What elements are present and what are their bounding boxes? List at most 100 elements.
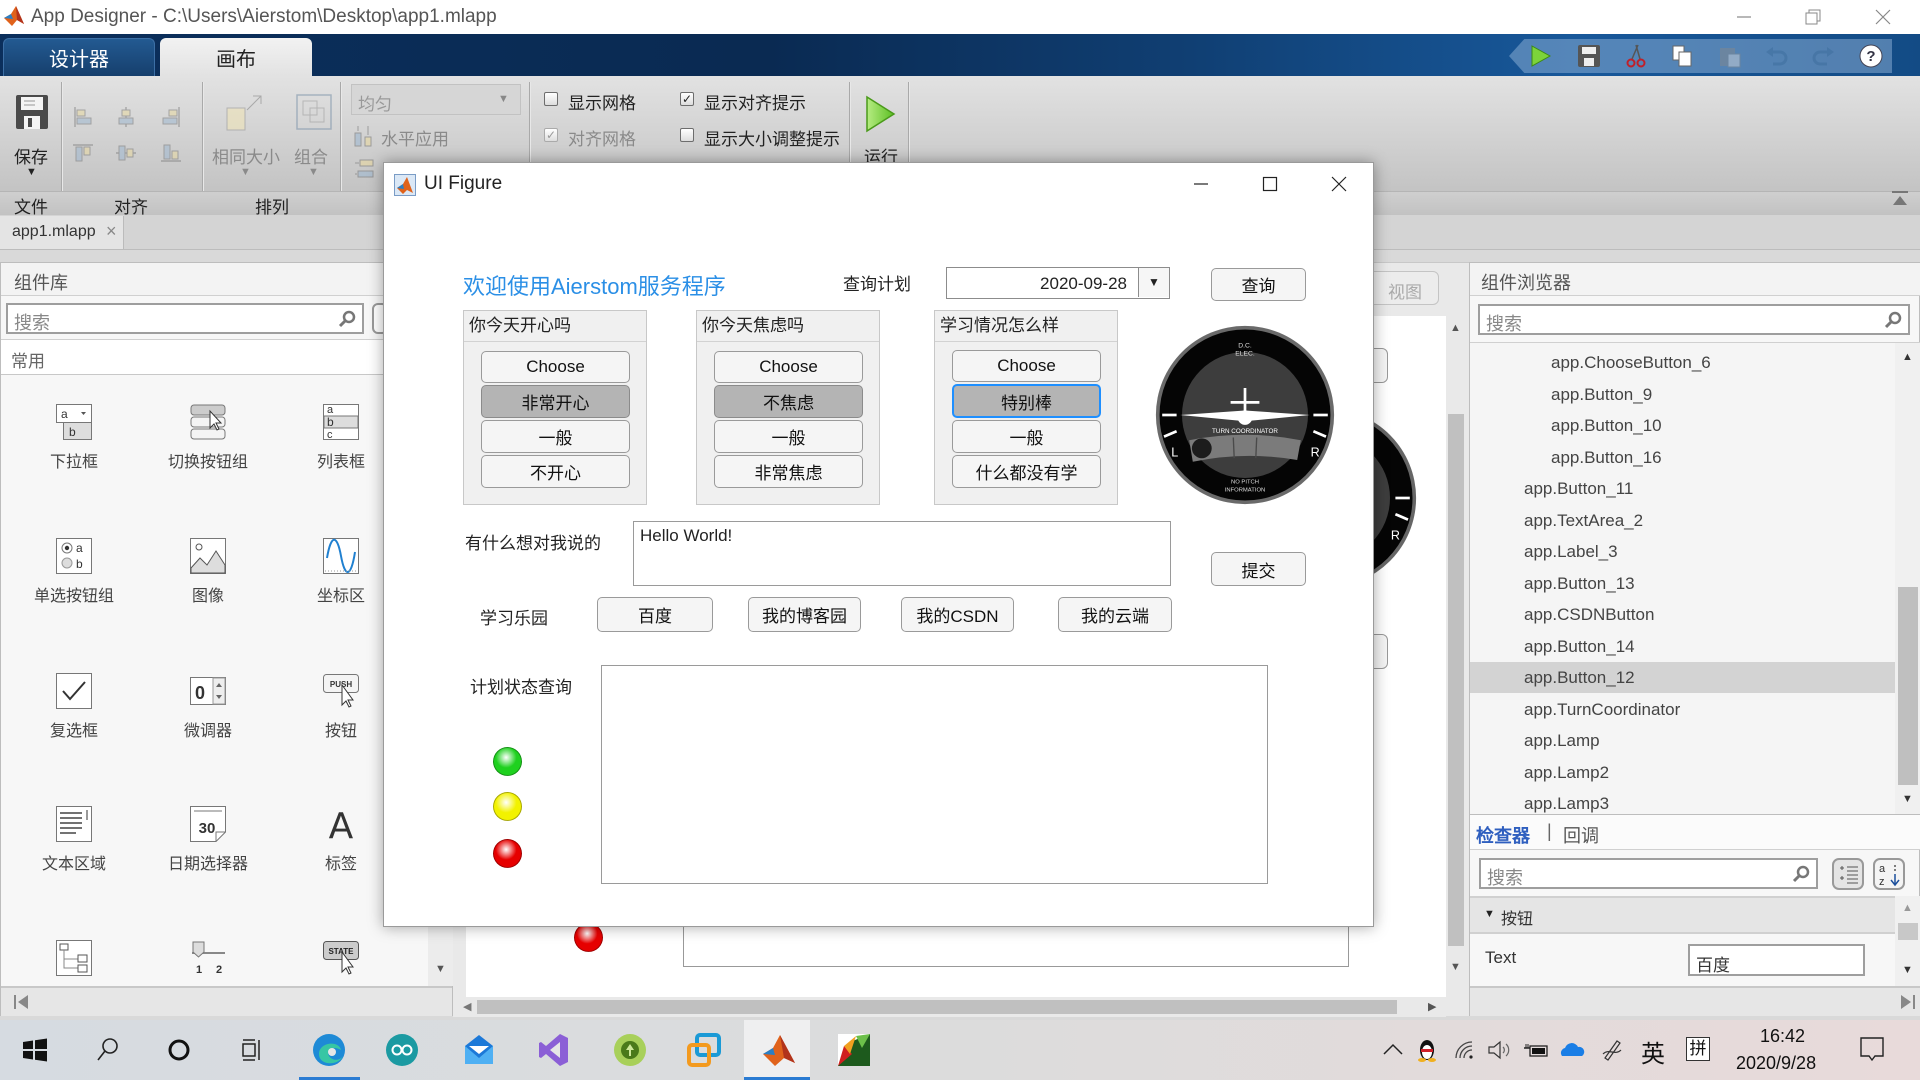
scrollbar-thumb[interactable] xyxy=(477,1000,1397,1014)
other-app-icon[interactable] xyxy=(836,1032,872,1068)
show-grid-checkbox[interactable]: ✓ 显示网格 xyxy=(543,88,673,113)
scroll-down-arrow-icon[interactable]: ▼ xyxy=(1902,964,1913,976)
windows-start-icon[interactable] xyxy=(17,1032,53,1068)
run-icon[interactable] xyxy=(1527,44,1553,68)
tree-scrollbar[interactable]: ▲ ▼ xyxy=(1895,343,1920,814)
show-hidden-icons-chevron-icon[interactable] xyxy=(1380,1038,1406,1062)
green-app-icon[interactable] xyxy=(612,1032,648,1068)
document-tab[interactable]: app1.mlapp × xyxy=(0,216,124,249)
figure-close-icon[interactable] xyxy=(1324,173,1354,195)
library-item-dropdown[interactable]: ab 下拉框 xyxy=(9,404,139,494)
library-item-spinner[interactable]: 0 微调器 xyxy=(143,673,273,763)
date-picker[interactable]: 2020-09-28 ▼ xyxy=(946,267,1170,299)
scroll-down-arrow-icon[interactable]: ▼ xyxy=(435,963,446,975)
browser-search-input[interactable]: 搜索 xyxy=(1478,304,1910,335)
inspector-scrollbar[interactable]: ▲ ▼ xyxy=(1895,896,1920,986)
collapse-panel-right-icon[interactable] xyxy=(1898,993,1916,1011)
align-middle-icon[interactable] xyxy=(115,142,137,164)
choose-button[interactable]: Choose xyxy=(714,351,863,383)
same-size-button[interactable]: 相同大小 ▼ xyxy=(210,90,280,190)
clock-time[interactable]: 16:42 xyxy=(1760,1026,1805,1047)
library-item-slider[interactable]: 12 xyxy=(143,940,273,1030)
vmware-icon[interactable] xyxy=(686,1032,722,1068)
scrollbar-thumb[interactable] xyxy=(1898,587,1918,785)
tree-item[interactable]: app.Label_3 xyxy=(1470,536,1895,567)
library-item-date-picker[interactable]: 30 日期选择器 xyxy=(143,806,273,896)
mail-icon[interactable] xyxy=(461,1032,497,1068)
scroll-up-arrow-icon[interactable]: ▲ xyxy=(1902,351,1913,363)
close-tab-icon[interactable]: × xyxy=(106,221,117,242)
snap-to-grid-checkbox[interactable]: ✓ 对齐网格 xyxy=(543,124,673,149)
redo-icon[interactable] xyxy=(1810,44,1836,68)
tree-item[interactable]: app.Lamp3 xyxy=(1470,788,1895,814)
library-item-state-button[interactable]: STATE xyxy=(276,940,406,1030)
option-button[interactable]: 不开心 xyxy=(481,455,630,488)
matlab-icon[interactable] xyxy=(761,1032,797,1068)
library-item-tree[interactable] xyxy=(9,940,139,1030)
option-button[interactable]: 一般 xyxy=(714,420,863,453)
save-icon[interactable] xyxy=(1576,44,1602,68)
notification-center-icon[interactable] xyxy=(1858,1034,1886,1064)
tree-item[interactable]: app.Button_14 xyxy=(1470,631,1895,662)
tree-item[interactable]: app.Button_13 xyxy=(1470,568,1895,599)
minimize-icon[interactable] xyxy=(1729,6,1759,28)
scroll-right-arrow-icon[interactable]: ▶ xyxy=(1428,1000,1436,1013)
align-right-icon[interactable] xyxy=(160,106,182,128)
tree-item[interactable]: app.TextArea_2 xyxy=(1470,505,1895,536)
align-top-icon[interactable] xyxy=(72,142,94,164)
choose-button[interactable]: Choose xyxy=(481,351,630,383)
tab-designer[interactable]: 设计器 xyxy=(3,38,155,76)
clock-date[interactable]: 2020/9/28 xyxy=(1736,1053,1816,1074)
ime-mode-indicator[interactable]: 拼 xyxy=(1686,1037,1710,1061)
option-button[interactable]: 不焦虑 xyxy=(714,385,863,418)
csdn-link-button[interactable]: 我的CSDN xyxy=(901,597,1014,632)
library-search-input[interactable]: 搜索 xyxy=(6,303,364,334)
view-button[interactable]: 视图 xyxy=(1365,271,1439,305)
sort-alphabetical-icon[interactable]: az xyxy=(1873,858,1905,890)
cloud-link-button[interactable]: 我的云端 xyxy=(1058,597,1172,632)
query-button[interactable]: 查询 xyxy=(1211,268,1306,301)
arduino-icon[interactable] xyxy=(384,1032,420,1068)
onedrive-icon[interactable] xyxy=(1559,1038,1585,1062)
choose-button[interactable]: Choose xyxy=(952,350,1101,382)
tab-inspector[interactable]: 检查器 xyxy=(1476,822,1530,848)
scroll-left-arrow-icon[interactable]: ◀ xyxy=(463,1000,471,1013)
undo-icon[interactable] xyxy=(1764,44,1790,68)
library-item-checkbox[interactable]: 复选框 xyxy=(9,673,139,763)
figure-minimize-icon[interactable] xyxy=(1186,173,1216,195)
group-view-toggle-icon[interactable] xyxy=(1832,858,1864,890)
inspector-search-input[interactable]: 搜索 xyxy=(1479,858,1818,889)
help-icon[interactable]: ? xyxy=(1858,44,1884,68)
close-icon[interactable] xyxy=(1868,6,1898,28)
text-property-input[interactable]: 百度 xyxy=(1688,944,1865,976)
restore-icon[interactable] xyxy=(1798,6,1828,28)
submit-button[interactable]: 提交 xyxy=(1211,552,1306,586)
tree-item[interactable]: app.Lamp xyxy=(1470,725,1895,756)
save-button[interactable]: 保存 ▼ xyxy=(6,90,58,190)
tree-item[interactable]: app.ChooseButton_6 xyxy=(1470,347,1895,378)
library-item-radio-button-group[interactable]: ab 单选按钮组 xyxy=(9,538,139,628)
pen-workspace-icon[interactable] xyxy=(1599,1038,1625,1062)
tab-callbacks[interactable]: 回调 xyxy=(1563,822,1599,848)
qq-icon[interactable] xyxy=(1414,1038,1440,1062)
scroll-down-arrow-icon[interactable]: ▼ xyxy=(1902,793,1913,805)
align-left-icon[interactable] xyxy=(72,106,94,128)
edge-browser-icon[interactable] xyxy=(311,1032,347,1068)
copy-icon[interactable] xyxy=(1669,44,1695,68)
align-center-icon[interactable] xyxy=(115,106,137,128)
canvas-horizontal-scrollbar[interactable]: ◀ ▶ xyxy=(453,997,1446,1017)
group-button[interactable]: 组合 ▼ xyxy=(290,90,336,190)
tree-item[interactable]: app.Button_9 xyxy=(1470,379,1895,410)
option-button[interactable]: 什么都没有学 xyxy=(952,455,1101,488)
tree-item[interactable]: app.Button_12 xyxy=(1470,662,1895,693)
option-button[interactable]: 非常开心 xyxy=(481,385,630,418)
align-bottom-icon[interactable] xyxy=(160,142,182,164)
battery-charging-icon[interactable] xyxy=(1523,1038,1549,1062)
inspector-section-header[interactable]: ▼ 按钮 xyxy=(1470,896,1895,934)
volume-icon[interactable] xyxy=(1486,1038,1512,1062)
scroll-down-arrow-icon[interactable]: ▼ xyxy=(1450,961,1461,973)
option-button[interactable]: 一般 xyxy=(481,420,630,453)
scrollbar-thumb[interactable] xyxy=(1898,923,1918,940)
ime-language-indicator[interactable]: 英 xyxy=(1641,1034,1665,1069)
wifi-icon[interactable] xyxy=(1452,1038,1478,1062)
